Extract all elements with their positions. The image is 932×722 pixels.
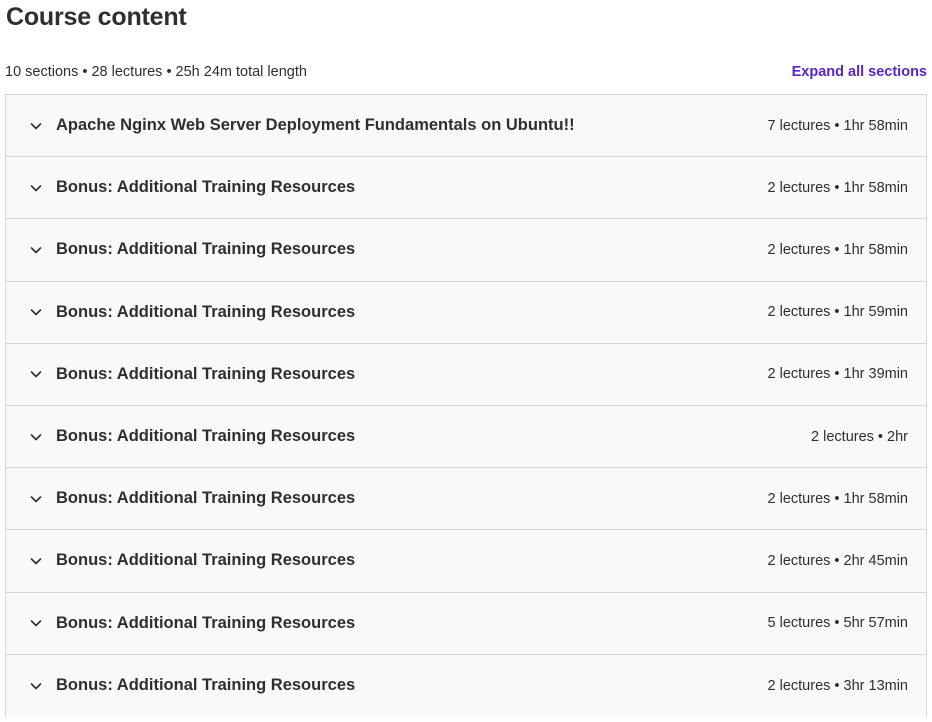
- section-title: Bonus: Additional Training Resources: [56, 178, 356, 197]
- section-header[interactable]: Apache Nginx Web Server Deployment Funda…: [6, 95, 926, 158]
- course-content-page: Course content 10 sections • 28 lectures…: [0, 0, 932, 722]
- section-meta: 2 lectures • 3hr 13min: [767, 677, 908, 694]
- expand-all-sections-button[interactable]: Expand all sections: [792, 62, 927, 82]
- section-meta: 7 lectures • 1hr 58min: [767, 117, 908, 134]
- section-header[interactable]: Bonus: Additional Training Resources 2 l…: [6, 405, 926, 469]
- course-summary-row: 10 sections • 28 lectures • 25h 24m tota…: [5, 62, 927, 82]
- section-meta: 2 lectures • 1hr 59min: [767, 304, 908, 321]
- course-summary: 10 sections • 28 lectures • 25h 24m tota…: [5, 64, 307, 80]
- section-title: Bonus: Additional Training Resources: [56, 613, 356, 632]
- page-title: Course content: [6, 3, 187, 31]
- section-title: Bonus: Additional Training Resources: [56, 676, 356, 695]
- section-header[interactable]: Bonus: Additional Training Resources 2 l…: [6, 530, 926, 593]
- section-header[interactable]: Bonus: Additional Training Resources 5 l…: [6, 592, 926, 655]
- section-title: Apache Nginx Web Server Deployment Funda…: [56, 116, 575, 135]
- section-meta: 2 lectures • 1hr 58min: [767, 179, 908, 196]
- chevron-down-icon: [28, 242, 44, 258]
- section-header[interactable]: Bonus: Additional Training Resources 2 l…: [6, 343, 926, 406]
- section-title: Bonus: Additional Training Resources: [56, 364, 356, 383]
- section-meta: 2 lectures • 2hr: [811, 428, 908, 445]
- section-meta: 2 lectures • 1hr 58min: [767, 490, 908, 507]
- section-meta: 2 lectures • 2hr 45min: [767, 552, 908, 569]
- section-title: Bonus: Additional Training Resources: [56, 240, 356, 259]
- chevron-down-icon: [28, 615, 44, 631]
- sections-list: Apache Nginx Web Server Deployment Funda…: [5, 94, 927, 717]
- chevron-down-icon: [28, 678, 44, 694]
- chevron-down-icon: [28, 118, 44, 134]
- section-header[interactable]: Bonus: Additional Training Resources 2 l…: [6, 468, 926, 531]
- section-meta: 5 lectures • 5hr 57min: [767, 615, 908, 632]
- chevron-down-icon: [28, 491, 44, 507]
- chevron-down-icon: [28, 429, 44, 445]
- chevron-down-icon: [28, 553, 44, 569]
- section-header[interactable]: Bonus: Additional Training Resources 2 l…: [6, 219, 926, 282]
- section-title: Bonus: Additional Training Resources: [56, 551, 356, 570]
- section-meta: 2 lectures • 1hr 39min: [767, 366, 908, 383]
- section-title: Bonus: Additional Training Resources: [56, 427, 356, 446]
- section-title: Bonus: Additional Training Resources: [56, 489, 356, 508]
- section-header[interactable]: Bonus: Additional Training Resources 2 l…: [6, 654, 926, 717]
- section-title: Bonus: Additional Training Resources: [56, 302, 356, 321]
- section-header[interactable]: Bonus: Additional Training Resources 2 l…: [6, 157, 926, 220]
- section-meta: 2 lectures • 1hr 58min: [767, 241, 908, 258]
- chevron-down-icon: [28, 366, 44, 382]
- chevron-down-icon: [28, 304, 44, 320]
- chevron-down-icon: [28, 180, 44, 196]
- section-header[interactable]: Bonus: Additional Training Resources 2 l…: [6, 281, 926, 344]
